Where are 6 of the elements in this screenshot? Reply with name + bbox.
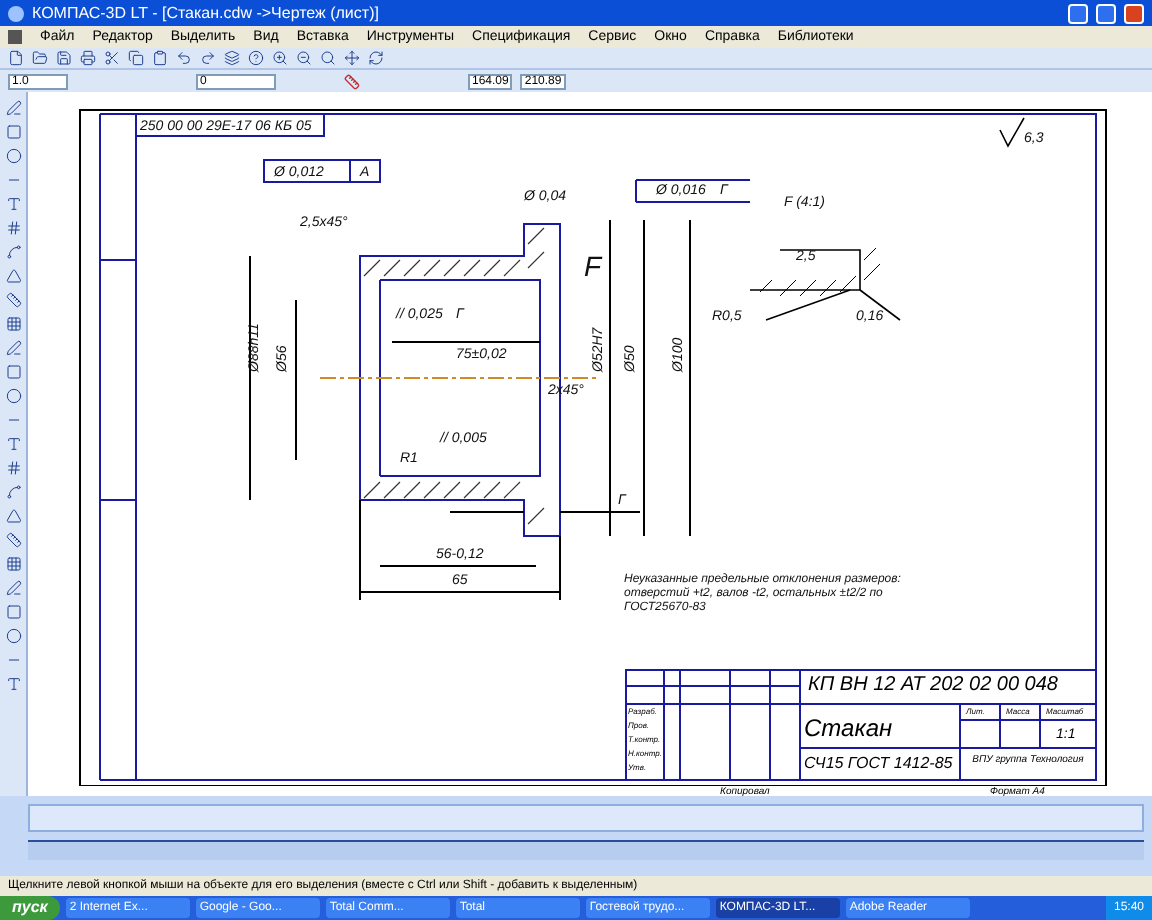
part-name: Стакан — [804, 716, 893, 740]
window-title: КОМПАС-3D LT - [Стакан.cdw ->Чертеж (лист)] — [32, 5, 379, 21]
dimension-label: F — [584, 252, 602, 280]
material-text: СЧ15 ГОСТ 1412-85 — [804, 756, 953, 772]
start-button[interactable]: пуск — [0, 896, 60, 920]
designation-text: КП ВН 12 АТ 202 02 00 048 — [808, 676, 1058, 696]
